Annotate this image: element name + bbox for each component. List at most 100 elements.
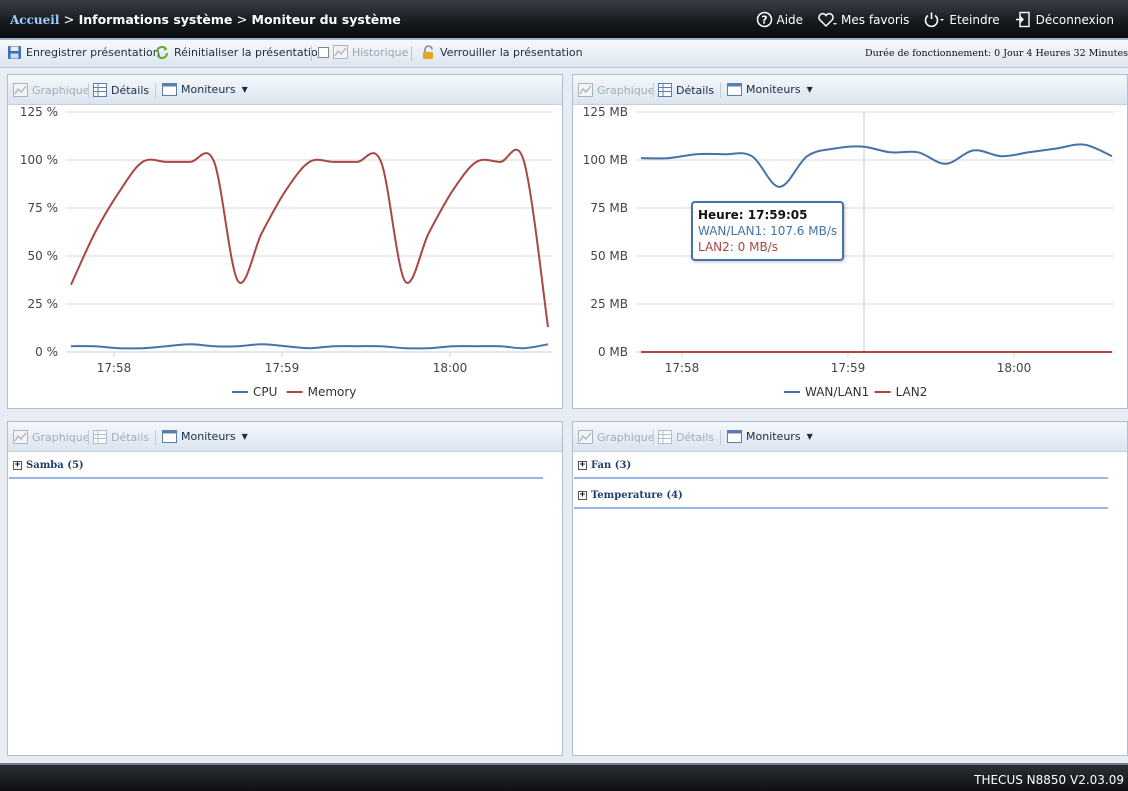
monitors-menu[interactable]: Moniteurs ▼ xyxy=(727,430,813,443)
table-icon xyxy=(658,83,672,97)
graph-tab-label: Graphique xyxy=(32,430,90,444)
legend-item-memory[interactable]: Memory xyxy=(286,385,357,399)
fan-group-header[interactable]: + Fan (3) xyxy=(578,460,631,471)
help-link[interactable]: ? Aide xyxy=(756,11,803,28)
monitors-menu[interactable]: Moniteurs ▼ xyxy=(162,83,248,96)
chart-icon xyxy=(578,83,593,97)
chart-icon xyxy=(13,430,28,444)
layout-toolbar: Enregistrer présentation Réinitialiser l… xyxy=(0,40,1128,68)
panel-divider xyxy=(88,430,89,445)
history-button[interactable]: Historique xyxy=(318,45,408,59)
power-icon xyxy=(925,12,945,28)
window-icon xyxy=(727,83,742,96)
window-icon xyxy=(162,430,177,443)
logout-icon xyxy=(1015,11,1030,28)
graph-tab[interactable]: Graphique xyxy=(13,83,90,97)
reset-layout-button[interactable]: Réinitialiser la présentation xyxy=(154,45,325,60)
graph-tab[interactable]: Graphique xyxy=(13,430,90,444)
panel-divider xyxy=(155,430,156,445)
monitors-menu-label: Moniteurs xyxy=(746,83,801,96)
expand-icon: + xyxy=(578,490,587,500)
save-layout-button[interactable]: Enregistrer présentation xyxy=(7,45,160,60)
lock-layout-button[interactable]: Verrouiller la présentation xyxy=(421,45,583,60)
panel-toolbar: Graphique Détails Moniteurs ▼ xyxy=(8,75,562,105)
graph-tab-label: Graphique xyxy=(597,83,655,97)
hardware-panel: Graphique Détails Moniteurs ▼ + Fan (3) … xyxy=(572,421,1128,756)
help-icon: ? xyxy=(756,11,772,28)
y-tick-label: 25 % xyxy=(28,297,59,311)
details-tab[interactable]: Détails xyxy=(93,83,149,97)
legend-label: CPU xyxy=(253,385,277,399)
tooltip-lan2-value: LAN2: 0 MB/s xyxy=(698,240,778,254)
breadcrumb-home-link[interactable]: Accueil xyxy=(10,13,59,27)
details-tab[interactable]: Détails xyxy=(658,430,714,444)
legend-label: Memory xyxy=(308,385,357,399)
legend-item-lan2[interactable]: LAN2 xyxy=(874,385,928,399)
breadcrumb-system-info: Informations système xyxy=(78,12,233,27)
toolbar-divider xyxy=(311,46,312,61)
history-checkbox-icon xyxy=(318,46,329,58)
temperature-group-header[interactable]: + Temperature (4) xyxy=(578,490,683,501)
graph-tab[interactable]: Graphique xyxy=(578,83,655,97)
graph-tab[interactable]: Graphique xyxy=(578,430,655,444)
heart-icon xyxy=(818,12,838,27)
chart-tooltip: Heure: 17:59:05 WAN/LAN1: 107.6 MB/s LAN… xyxy=(691,201,845,261)
panel-divider xyxy=(88,83,89,98)
footer-bar: THECUS N8850 V2.03.09 xyxy=(0,763,1128,791)
cpu-memory-panel: Graphique Détails Moniteurs ▼ 0 % 25 % 50 … xyxy=(7,74,563,409)
panel-divider xyxy=(155,83,156,98)
x-tick-label: 17:59 xyxy=(831,361,866,375)
legend-item-cpu[interactable]: CPU xyxy=(232,385,277,399)
toolbar-divider xyxy=(411,46,412,61)
legend-item-wan-lan1[interactable]: WAN/LAN1 xyxy=(784,385,869,399)
logout-link[interactable]: Déconnexion xyxy=(1014,11,1114,28)
series-line-wan-lan1 xyxy=(640,143,1113,188)
firmware-version: THECUS N8850 V2.03.09 xyxy=(974,773,1124,787)
history-label: Historique xyxy=(352,45,409,59)
reset-layout-label: Réinitialiser la présentation xyxy=(174,46,325,59)
y-tick-label: 75 MB xyxy=(590,201,628,215)
chevron-down-icon: ▼ xyxy=(241,432,248,441)
expand-icon: + xyxy=(578,460,587,470)
x-tick-label: 18:00 xyxy=(433,361,468,375)
monitors-menu[interactable]: Moniteurs ▼ xyxy=(727,83,813,96)
details-tab-label: Détails xyxy=(111,83,150,97)
shutdown-link[interactable]: Eteindre xyxy=(923,11,1000,28)
group-divider xyxy=(574,477,1108,479)
chevron-down-icon: ▼ xyxy=(806,85,813,94)
history-chart-icon xyxy=(333,45,348,59)
favorites-link[interactable]: Mes favoris xyxy=(817,11,909,28)
panel-divider xyxy=(720,83,721,98)
details-tab-label: Détails xyxy=(111,430,150,444)
lock-icon xyxy=(423,45,433,59)
y-tick-label: 125 MB xyxy=(583,105,628,119)
svg-text:?: ? xyxy=(761,14,767,27)
monitors-menu-label: Moniteurs xyxy=(746,430,801,443)
page-title: Moniteur du système xyxy=(251,12,401,27)
expand-icon: + xyxy=(13,460,22,470)
fan-group-label: Fan (3) xyxy=(591,460,632,471)
panel-toolbar: Graphique Détails Moniteurs ▼ xyxy=(573,75,1127,105)
network-chart: 0 MB 25 MB 50 MB 75 MB 100 MB 125 MB 17:58 17:5… xyxy=(583,105,1114,399)
panel-divider xyxy=(653,430,654,445)
details-tab-label: Détails xyxy=(676,430,715,444)
graph-tab-label: Graphique xyxy=(32,83,90,97)
details-tab[interactable]: Détails xyxy=(658,83,714,97)
monitors-menu-label: Moniteurs xyxy=(181,430,236,443)
series-line-cpu xyxy=(70,343,549,350)
monitors-menu-label: Moniteurs xyxy=(181,83,236,96)
chart-icon xyxy=(13,83,28,97)
samba-group-header[interactable]: + Samba (5) xyxy=(13,460,84,471)
y-tick-label: 75 % xyxy=(28,201,59,215)
group-divider xyxy=(574,507,1108,509)
panel-toolbar: Graphique Détails Moniteurs ▼ xyxy=(8,422,562,452)
uptime-text: Durée de fonctionnement: 0 Jour 4 Heures… xyxy=(864,48,1128,59)
samba-group-label: Samba (5) xyxy=(26,460,84,471)
details-tab[interactable]: Détails xyxy=(93,430,149,444)
breadcrumb: Accueil > Informations système > Moniteu… xyxy=(10,12,401,28)
floppy-disk-icon xyxy=(8,46,21,59)
monitors-menu[interactable]: Moniteurs ▼ xyxy=(162,430,248,443)
y-tick-label: 50 % xyxy=(28,249,59,263)
panel-toolbar: Graphique Détails Moniteurs ▼ xyxy=(573,422,1127,452)
window-icon xyxy=(727,430,742,443)
